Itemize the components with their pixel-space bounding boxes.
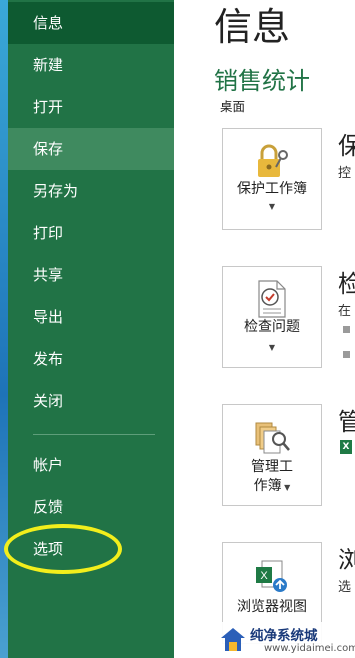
watermark-logo-icon — [221, 628, 245, 651]
sidebar-item-share[interactable]: 共享 — [8, 254, 174, 296]
page-title: 信息 — [214, 5, 291, 49]
sidebar-item-label: 发布 — [33, 350, 64, 368]
chevron-down-icon: ▼ — [281, 483, 291, 492]
bullet-marker — [343, 351, 350, 358]
sidebar-item-save-as[interactable]: 另存为 — [8, 170, 174, 212]
sidebar-item-label: 新建 — [33, 56, 64, 74]
check-issues-label: 检查问题 — [244, 319, 300, 335]
window-edge — [0, 0, 8, 658]
check-desc: 在 — [338, 304, 352, 319]
sidebar-item-label: 打开 — [33, 98, 64, 116]
sidebar-item-export[interactable]: 导出 — [8, 296, 174, 338]
excel-browser-icon: X — [256, 560, 287, 592]
protect-workbook-button[interactable]: 保护工作簿 ▼ — [222, 128, 322, 230]
sidebar-item-account[interactable]: 帐户 — [8, 444, 174, 486]
sidebar-item-label: 信息 — [33, 14, 64, 32]
sidebar-item-label: 打印 — [33, 224, 64, 242]
sidebar-item-info[interactable]: 信息 — [8, 2, 174, 44]
sidebar-item-close[interactable]: 关闭 — [8, 380, 174, 422]
watermark-url: www.yidaimei.com — [264, 643, 355, 654]
browser-heading: 浏 — [338, 546, 355, 574]
sidebar-item-open[interactable]: 打开 — [8, 86, 174, 128]
protect-heading: 保 — [338, 132, 355, 160]
manage-workbook-label: 管理工 — [251, 459, 293, 475]
sidebar-item-print[interactable]: 打印 — [8, 212, 174, 254]
chevron-down-icon: ▼ — [268, 343, 276, 352]
check-issues-button[interactable]: 检查问题 ▼ — [222, 266, 322, 368]
sidebar-item-feedback[interactable]: 反馈 — [8, 486, 174, 528]
manage-workbook-button[interactable]: 管理工 作簿 ▼ — [222, 404, 322, 506]
lock-key-icon — [258, 144, 288, 177]
workbook-location: 桌面 — [220, 99, 246, 114]
chevron-down-icon: ▼ — [268, 202, 276, 211]
sidebar-item-save[interactable]: 保存 — [8, 128, 174, 170]
svg-text:X: X — [260, 570, 268, 582]
sidebar-item-label: 反馈 — [33, 498, 64, 516]
protect-workbook-label: 保护工作簿 — [237, 181, 307, 197]
excel-file-icon: X — [340, 440, 352, 454]
manage-workbook-label-line2: 作簿 ▼ — [253, 478, 291, 494]
sidebar-item-label: 导出 — [33, 308, 64, 326]
sidebar-item-label: 另存为 — [33, 182, 79, 200]
highlight-ellipse — [4, 524, 122, 574]
watermark-name: 纯净系统城 — [250, 628, 318, 644]
manage-heading: 管 — [338, 408, 355, 436]
watermark: 纯净系统城 www.yidaimei.com — [212, 622, 355, 658]
inspect-document-icon — [258, 280, 286, 318]
manage-versions-icon — [255, 422, 290, 454]
browser-view-label: 浏览器视图 — [237, 599, 307, 615]
protect-desc: 控 — [338, 166, 352, 181]
sidebar-item-new[interactable]: 新建 — [8, 44, 174, 86]
sidebar-item-label: 关闭 — [33, 392, 64, 410]
bullet-marker — [343, 326, 350, 333]
workbook-name: 销售统计 — [214, 67, 310, 95]
sidebar-item-label: 保存 — [33, 140, 64, 158]
check-heading: 检 — [338, 270, 355, 298]
sidebar-divider — [33, 434, 155, 435]
sidebar-item-label: 帐户 — [33, 456, 64, 474]
browser-desc: 选 — [338, 580, 352, 595]
sidebar-item-publish[interactable]: 发布 — [8, 338, 174, 380]
sidebar-item-label: 共享 — [33, 266, 64, 284]
